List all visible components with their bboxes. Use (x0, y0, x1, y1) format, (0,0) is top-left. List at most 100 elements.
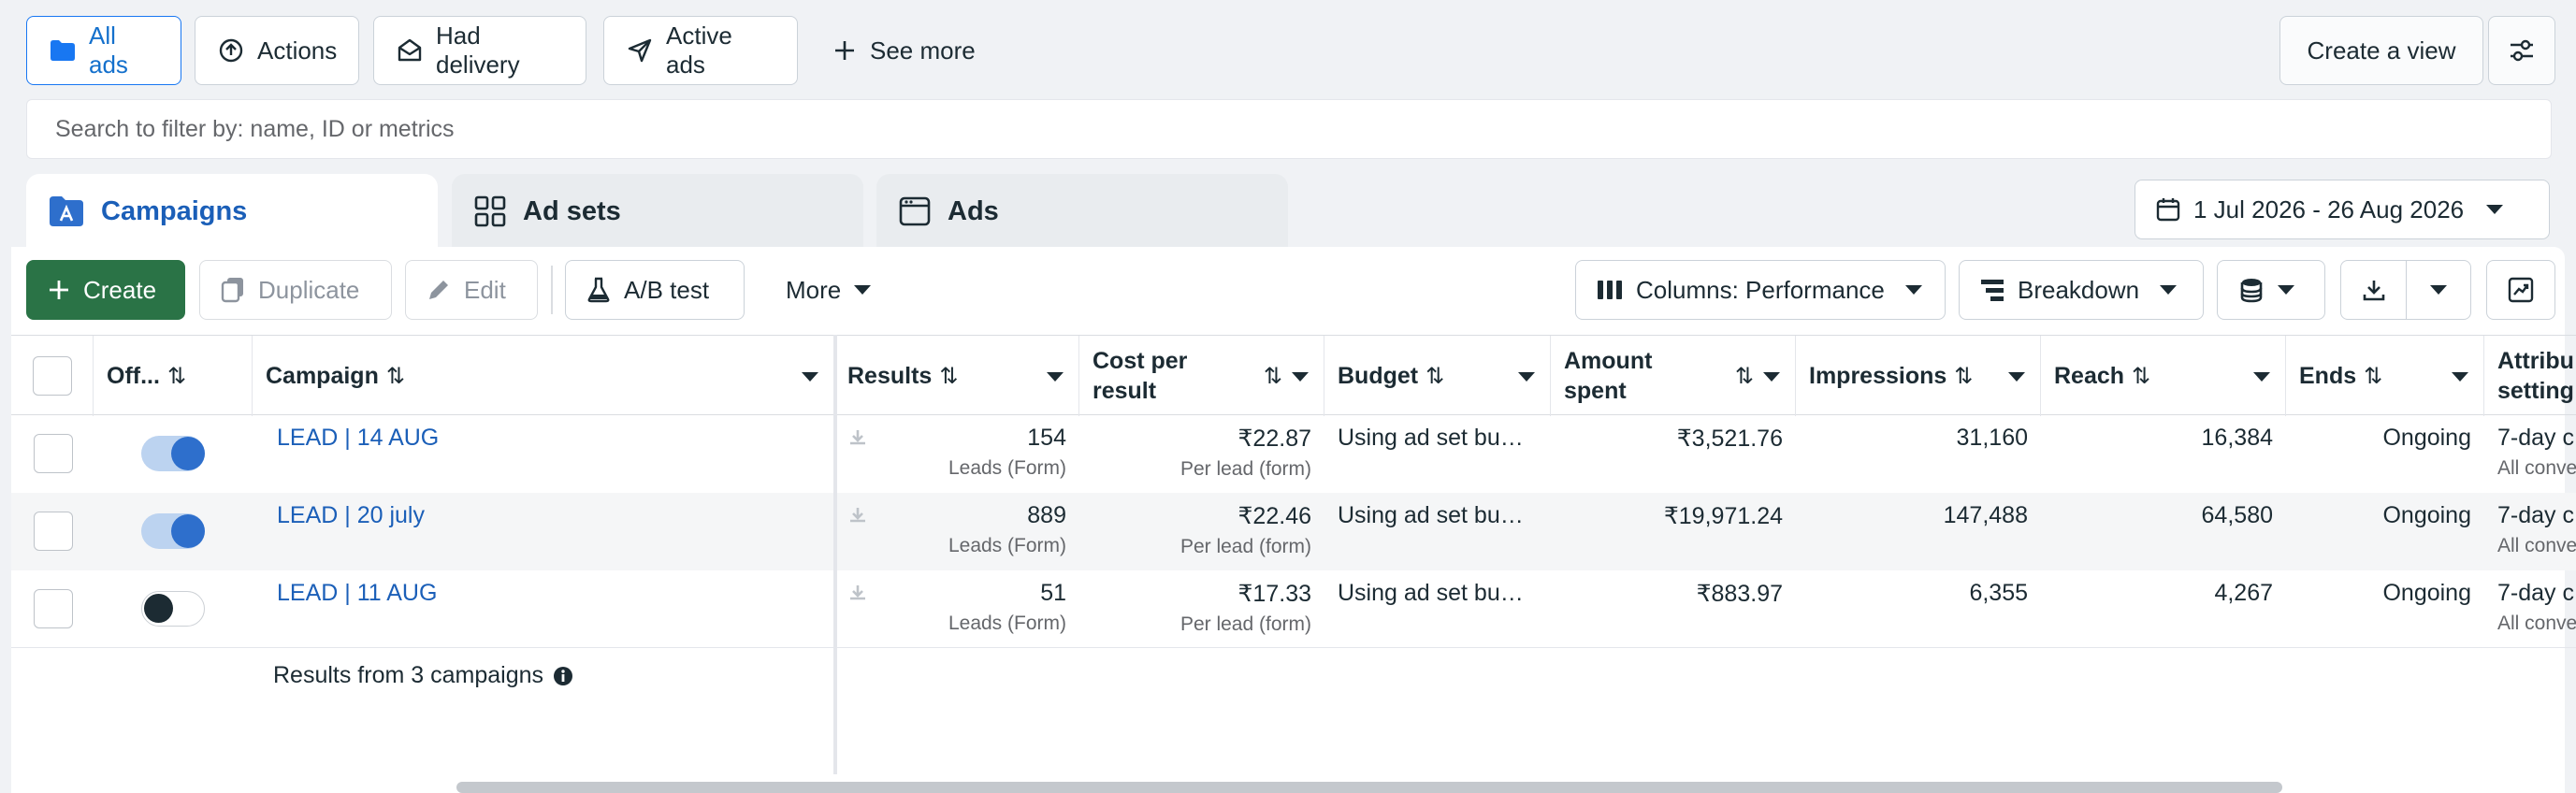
row-checkbox[interactable] (34, 434, 73, 473)
campaign-toggle[interactable] (141, 513, 205, 549)
header-select-all[interactable] (11, 336, 94, 416)
results-type: Leads (Form) (948, 535, 1066, 556)
results-cell: 889 Leads (Form) (834, 493, 1079, 570)
table-header: Off... ⇅ Campaign ⇅ Results ⇅ Cost per r… (11, 335, 2576, 416)
sort-icon[interactable]: ⇅ (386, 363, 405, 390)
date-range-picker[interactable]: 1 Jul 2026 - 26 Aug 2026 (2135, 180, 2550, 239)
campaign-toggle[interactable] (141, 436, 205, 471)
header-amount-line2: spent (1564, 378, 1627, 404)
header-amount-label: Amount spent (1564, 346, 1652, 406)
download-icon (847, 506, 868, 526)
cost-cell: ₹17.33 Per lead (form) (1079, 570, 1324, 648)
sort-icon[interactable]: ⇅ (2132, 363, 2150, 390)
pencil-icon (427, 278, 451, 302)
tab-ads[interactable]: Ads (876, 174, 1288, 249)
amount-spent-cell: ₹3,521.76 (1676, 425, 1783, 452)
tab-ad-sets-label: Ad sets (523, 195, 621, 226)
header-amount-spent[interactable]: Amount spent ⇅ (1551, 336, 1796, 416)
table-row[interactable]: LEAD | 14 AUG 154 Leads (Form) ₹22.87 Pe… (11, 415, 2576, 493)
header-attribution[interactable]: Attribu setting (2484, 336, 2576, 416)
breakdown-label: Breakdown (2018, 275, 2140, 304)
breakdown-dropdown[interactable]: Breakdown (1959, 260, 2204, 320)
create-label: Create (83, 275, 157, 304)
chevron-down-icon[interactable] (2253, 372, 2270, 382)
header-impressions[interactable]: Impressions ⇅ (1796, 336, 2041, 416)
chevron-down-icon[interactable] (802, 372, 818, 382)
export-button[interactable] (2340, 260, 2408, 320)
select-all-checkbox[interactable] (32, 356, 72, 396)
chevron-down-icon (2278, 285, 2294, 295)
sort-icon[interactable]: ⇅ (167, 363, 186, 390)
sort-icon[interactable]: ⇅ (2364, 363, 2382, 390)
upload-circle-icon (218, 37, 244, 64)
sort-icon[interactable]: ⇅ (939, 363, 958, 390)
header-ends[interactable]: Ends ⇅ (2286, 336, 2484, 416)
edit-button[interactable]: Edit (405, 260, 538, 320)
header-off-on[interactable]: Off... ⇅ (94, 336, 253, 416)
tab-ad-sets[interactable]: Ad sets (452, 174, 863, 249)
see-more-button[interactable]: See more (819, 16, 989, 85)
search-input[interactable]: Search to filter by: name, ID or metrics (26, 99, 2552, 159)
amount-spent-cell: ₹19,971.24 (1663, 503, 1783, 529)
reports-dropdown[interactable] (2217, 260, 2325, 320)
ab-test-label: A/B test (624, 275, 710, 304)
view-settings-button[interactable] (2488, 16, 2555, 85)
ends-cell: Ongoing (2382, 502, 2471, 528)
toggle-knob (144, 594, 173, 623)
more-dropdown[interactable]: More (765, 260, 896, 320)
columns-dropdown[interactable]: Columns: Performance (1575, 260, 1946, 320)
envelope-open-icon (397, 37, 423, 64)
plus-icon (48, 279, 70, 301)
table-row[interactable]: LEAD | 20 july 889 Leads (Form) ₹22.46 P… (11, 493, 2576, 570)
filter-active-ads[interactable]: Active ads (603, 16, 798, 85)
export-options-dropdown[interactable] (2406, 260, 2471, 320)
chevron-down-icon[interactable] (1047, 372, 1064, 382)
chevron-down-icon[interactable] (1763, 372, 1780, 382)
header-off-on-label: Off... (107, 362, 160, 389)
row-checkbox[interactable] (34, 512, 73, 551)
chevron-down-icon (2430, 285, 2447, 295)
horizontal-scrollbar[interactable] (456, 782, 2282, 793)
header-reach-label: Reach (2054, 362, 2125, 389)
chevron-down-icon[interactable] (2452, 372, 2468, 382)
tab-ads-label: Ads (948, 195, 999, 226)
ab-test-button[interactable]: A/B test (565, 260, 745, 320)
ad-window-icon (899, 196, 931, 226)
header-cost-per-result[interactable]: Cost per result ⇅ (1079, 336, 1324, 416)
cost-cell: ₹22.46 Per lead (form) (1079, 493, 1324, 570)
sort-icon[interactable]: ⇅ (1425, 363, 1444, 390)
header-results[interactable]: Results ⇅ (834, 336, 1079, 416)
date-range-label: 1 Jul 2026 - 26 Aug 2026 (2193, 195, 2465, 223)
chevron-down-icon[interactable] (1518, 372, 1535, 382)
header-campaign[interactable]: Campaign ⇅ (253, 336, 834, 416)
header-budget[interactable]: Budget ⇅ (1324, 336, 1551, 416)
tab-campaigns[interactable]: Campaigns (26, 174, 438, 249)
chevron-down-icon[interactable] (2008, 372, 2025, 382)
attribution-value: 7-day c (2497, 580, 2574, 606)
chevron-down-icon[interactable] (1292, 372, 1309, 382)
duplicate-button[interactable]: Duplicate (199, 260, 392, 320)
campaign-name-link[interactable]: LEAD | 11 AUG (264, 570, 825, 648)
campaign-name-link[interactable]: LEAD | 14 AUG (264, 415, 825, 493)
search-placeholder: Search to filter by: name, ID or metrics (55, 115, 455, 142)
create-view-button[interactable]: Create a view (2279, 16, 2483, 85)
filter-all-ads[interactable]: All ads (26, 16, 181, 85)
charts-button[interactable] (2486, 260, 2555, 320)
row-checkbox[interactable] (34, 589, 73, 628)
filter-actions[interactable]: Actions (195, 16, 359, 85)
sort-icon[interactable]: ⇅ (1264, 363, 1282, 390)
chevron-down-icon (2160, 285, 2178, 295)
budget-cell: Using ad set bu… (1338, 580, 1524, 606)
grid-icon (474, 195, 506, 227)
filter-had-delivery[interactable]: Had delivery (373, 16, 586, 85)
campaign-name-link[interactable]: LEAD | 20 july (264, 493, 825, 570)
columns-icon (1597, 279, 1623, 301)
sort-icon[interactable]: ⇅ (1954, 363, 1973, 390)
campaign-toggle[interactable] (141, 591, 205, 627)
table-row[interactable]: LEAD | 11 AUG 51 Leads (Form) ₹17.33 Per… (11, 570, 2576, 648)
impressions-cell: 147,488 (1943, 502, 2028, 528)
create-button[interactable]: Create (26, 260, 185, 320)
sort-icon[interactable]: ⇅ (1735, 363, 1754, 390)
info-icon[interactable] (553, 666, 573, 686)
header-reach[interactable]: Reach ⇅ (2041, 336, 2286, 416)
